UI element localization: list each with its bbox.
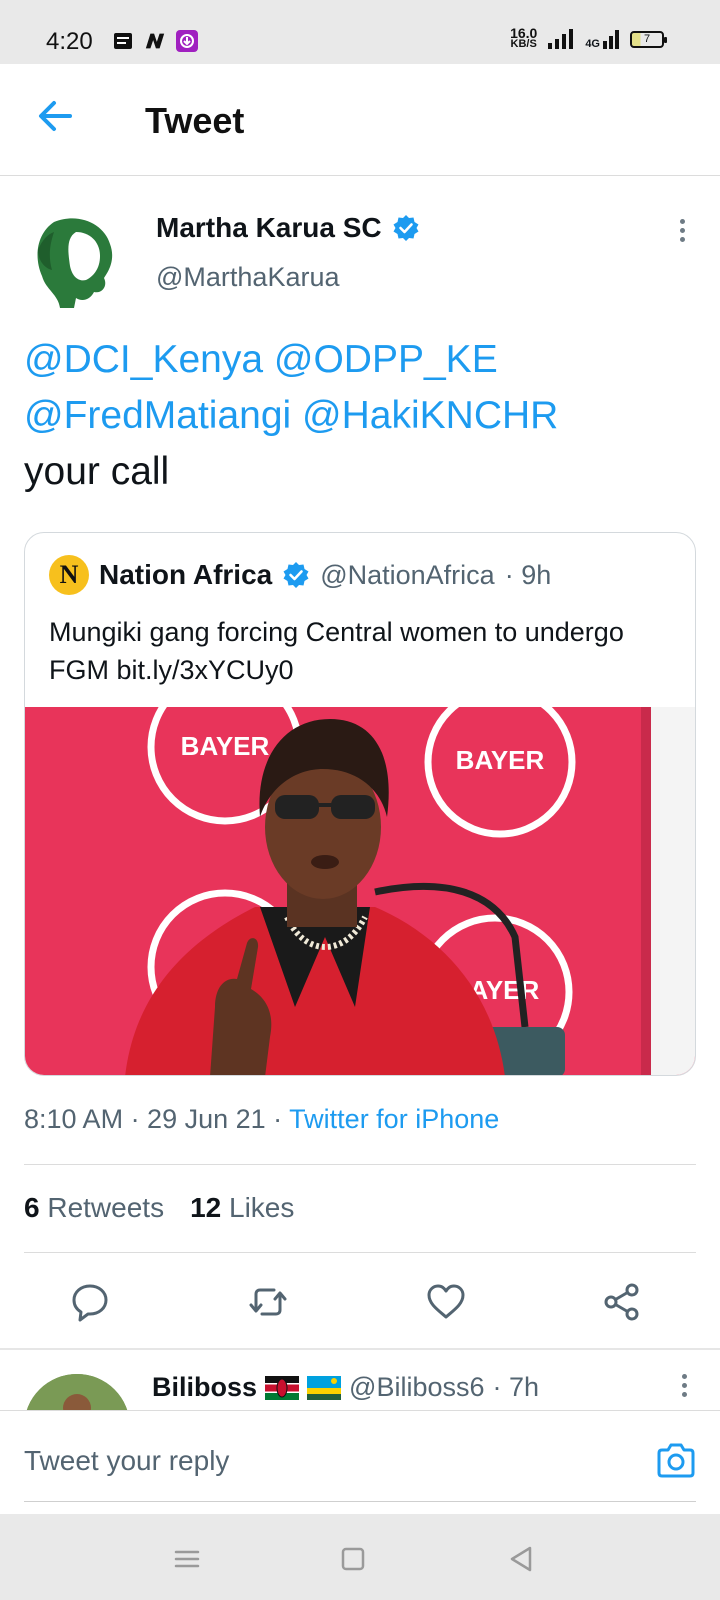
signal-icon-2 bbox=[603, 30, 619, 49]
back-nav-button[interactable] bbox=[506, 1544, 536, 1574]
status-notification-icons bbox=[112, 30, 198, 52]
retweet-button[interactable] bbox=[246, 1280, 290, 1324]
status-bar: 4:20 16.0 KB/S 4G 7 bbox=[0, 0, 720, 64]
rwanda-flag-icon bbox=[307, 1375, 342, 1400]
author-avatar[interactable] bbox=[24, 210, 126, 312]
quoted-tweet[interactable]: N Nation Africa @NationAfrica · 9h Mungi… bbox=[24, 532, 696, 1076]
quoted-tweet-header: N Nation Africa @NationAfrica · 9h bbox=[49, 555, 551, 595]
heart-icon bbox=[427, 1284, 465, 1319]
menu-nav-button[interactable] bbox=[172, 1544, 202, 1574]
mention-link[interactable]: @DCI_Kenya bbox=[24, 338, 263, 381]
status-time: 4:20 bbox=[46, 28, 93, 55]
quoted-handle: @NationAfrica bbox=[320, 559, 495, 590]
status-system-icons: 16.0 KB/S 4G 7 bbox=[510, 26, 667, 50]
mention-link[interactable]: @FredMatiangi bbox=[24, 394, 291, 437]
home-square-icon bbox=[341, 1547, 365, 1571]
back-arrow-icon bbox=[39, 101, 72, 131]
reply-button[interactable] bbox=[68, 1280, 112, 1324]
quoted-media-image[interactable]: BAYER BAYER BAYER bbox=[25, 707, 695, 1075]
share-icon bbox=[604, 1283, 639, 1321]
tweet-actions bbox=[0, 1280, 720, 1344]
author-name[interactable]: Martha Karua SC bbox=[156, 212, 420, 244]
divider bbox=[24, 1252, 696, 1253]
menu-icon bbox=[174, 1550, 200, 1568]
network-indicator: 4G bbox=[585, 28, 620, 50]
banner-text: BAYER bbox=[181, 731, 270, 761]
share-button[interactable] bbox=[600, 1280, 644, 1324]
reply-more-options-button[interactable] bbox=[672, 1372, 696, 1402]
back-triangle-icon bbox=[510, 1546, 532, 1572]
reply-time: · 7h bbox=[492, 1372, 540, 1402]
reply-icon bbox=[72, 1284, 108, 1322]
verified-badge-icon bbox=[283, 562, 309, 588]
reply-composer: Tweet your reply bbox=[0, 1410, 720, 1514]
retweets-label: Retweets bbox=[47, 1192, 165, 1223]
reply-item[interactable]: Biliboss @Biliboss6 · 7h bbox=[24, 1372, 696, 1480]
back-button[interactable] bbox=[34, 94, 78, 138]
reply-input-underline bbox=[24, 1501, 696, 1502]
author-name-text: Martha Karua SC bbox=[156, 212, 382, 243]
camera-button[interactable] bbox=[654, 1439, 698, 1483]
battery-icon: 7 bbox=[630, 30, 667, 48]
tweet-text-tail: your call bbox=[24, 450, 170, 493]
tweet-source-link[interactable]: Twitter for iPhone bbox=[289, 1104, 499, 1134]
tweet-timestamp: 8:10 AM · 29 Jun 21 · bbox=[24, 1104, 290, 1134]
verified-badge-icon bbox=[393, 215, 419, 241]
net-speed-unit: KB/S bbox=[510, 38, 537, 50]
section-separator bbox=[0, 1348, 720, 1350]
retweet-icon bbox=[249, 1288, 287, 1316]
quoted-time: · 9h bbox=[504, 559, 552, 590]
app-header: Tweet bbox=[0, 64, 720, 176]
like-button[interactable] bbox=[424, 1280, 468, 1324]
quoted-avatar: N bbox=[49, 555, 89, 595]
reply-handle: @Biliboss6 bbox=[349, 1372, 485, 1402]
quoted-text: Mungiki gang forcing Central women to un… bbox=[49, 617, 624, 685]
download-app-icon bbox=[176, 30, 198, 52]
reply-name: Biliboss bbox=[152, 1372, 258, 1402]
tweet-text: @DCI_Kenya @ODPP_KE @FredMatiangi @HakiK… bbox=[24, 332, 694, 500]
n-app-icon bbox=[144, 30, 166, 52]
retweets-stat[interactable]: 6 Retweets bbox=[24, 1192, 164, 1224]
author-handle[interactable]: @MarthaKarua bbox=[156, 262, 340, 293]
retweets-count: 6 bbox=[24, 1192, 40, 1223]
more-options-button[interactable] bbox=[670, 216, 694, 246]
likes-count: 12 bbox=[190, 1192, 222, 1223]
mention-link[interactable]: @ODPP_KE bbox=[274, 338, 498, 381]
notes-icon bbox=[112, 30, 134, 52]
camera-icon bbox=[657, 1443, 695, 1478]
reply-user-line: Biliboss @Biliboss6 · 7h bbox=[152, 1372, 539, 1403]
net-speed: 16.0 KB/S bbox=[510, 26, 537, 50]
home-nav-button[interactable] bbox=[338, 1544, 368, 1574]
likes-label: Likes bbox=[229, 1192, 295, 1223]
speaker-photo: BAYER BAYER BAYER bbox=[25, 707, 695, 1075]
banner-text: BAYER bbox=[456, 745, 545, 775]
divider bbox=[24, 1164, 696, 1165]
likes-stat[interactable]: 12 Likes bbox=[190, 1192, 294, 1224]
tweet-meta: 8:10 AM · 29 Jun 21 · Twitter for iPhone bbox=[24, 1104, 499, 1135]
quoted-name: Nation Africa bbox=[99, 559, 273, 590]
kenya-flag-icon bbox=[265, 1375, 300, 1400]
page-title: Tweet bbox=[145, 100, 245, 141]
signal-icon bbox=[548, 29, 574, 49]
tweet-author: Martha Karua SC @MarthaKarua bbox=[24, 200, 696, 312]
network-type: 4G bbox=[585, 38, 600, 50]
tweet-stats: 6 Retweets 12 Likes bbox=[24, 1192, 294, 1224]
system-nav-bar bbox=[0, 1514, 720, 1600]
reply-input[interactable]: Tweet your reply bbox=[24, 1445, 229, 1477]
mention-link[interactable]: @HakiKNCHR bbox=[302, 394, 558, 437]
author-avatar-image bbox=[24, 210, 126, 312]
